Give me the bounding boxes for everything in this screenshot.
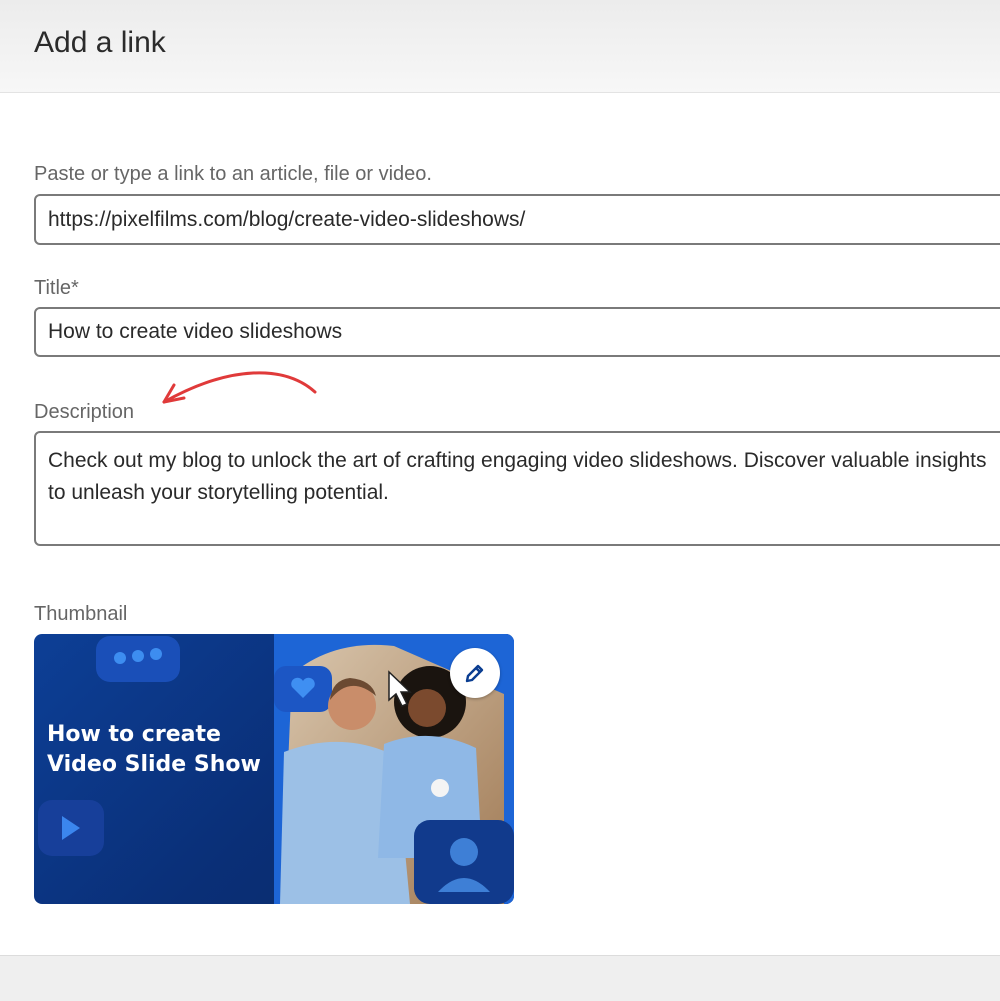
thumbnail-title-line-2: Video Slide Show [47,752,261,777]
thumbnail-label: Thumbnail [34,603,128,625]
edit-thumbnail-button[interactable] [450,648,500,698]
description-line-1: Check out my blog to unlock the art of c… [48,449,987,472]
thumbnail-title-line-1: How to create [47,722,221,747]
title-field-label: Title* [34,277,79,299]
annotation-arrow [162,371,317,404]
dialog-header: Add a link [0,0,1000,93]
link-input[interactable]: https://pixelfilms.com/blog/create-video… [34,194,1000,245]
description-field-label: Description [34,401,135,423]
description-textarea[interactable]: Check out my blog to unlock the art of c… [34,431,1000,546]
thumbnail-title: How to create Video Slide Show [47,720,261,780]
dialog-title: Add a link [34,26,166,59]
pencil-icon [465,664,484,683]
dialog-footer [0,955,1000,1001]
title-input[interactable]: How to create video slideshows [34,307,1000,357]
link-input-value: https://pixelfilms.com/blog/create-video… [48,207,526,231]
thumbnail-image[interactable]: How to create Video Slide Show [34,634,514,904]
link-field-label: Paste or type a link to an article, file… [34,163,432,185]
description-line-2: to unleash your storytelling potential. [48,481,389,504]
title-input-value: How to create video slideshows [48,320,343,343]
